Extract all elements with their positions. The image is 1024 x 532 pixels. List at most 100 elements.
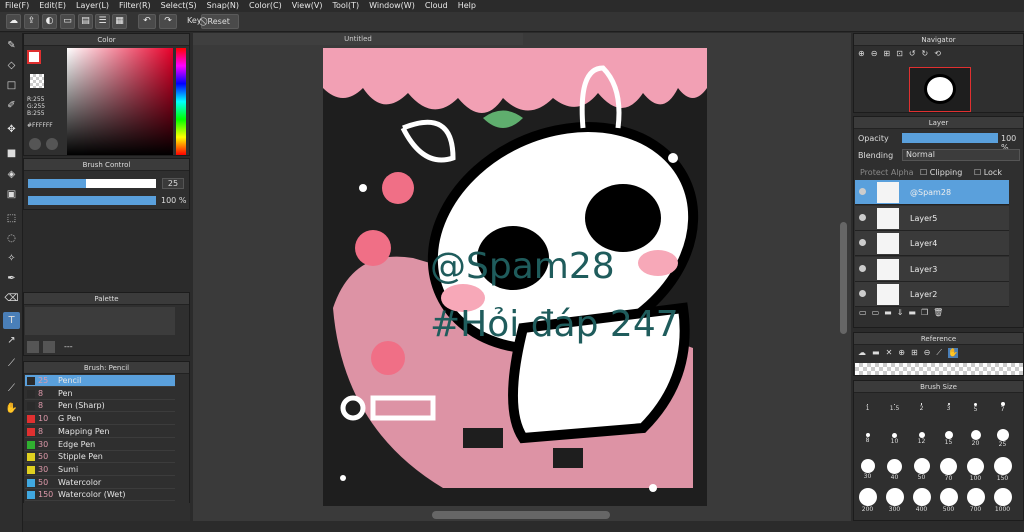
brush-list-item[interactable]: 10 G Pen	[25, 413, 175, 426]
menu-item[interactable]: File(F)	[0, 0, 34, 12]
color-saturation-field[interactable]	[67, 48, 173, 155]
brush-size-option[interactable]: 15	[936, 426, 961, 446]
brush-size-option[interactable]: 25	[990, 426, 1015, 448]
magic-wand-tool-icon[interactable]: ✧	[3, 250, 20, 267]
grid-icon[interactable]: ▦	[112, 14, 127, 29]
rotate-left-icon[interactable]: ↺	[909, 49, 916, 61]
lock-checkbox[interactable]: ☐ Lock	[974, 168, 1002, 177]
palette-grid[interactable]	[25, 307, 175, 335]
foreground-color-swatch[interactable]	[27, 50, 41, 64]
fill-tool-icon[interactable]: ◈	[3, 166, 20, 183]
menu-item[interactable]: Filter(R)	[114, 0, 156, 12]
brush-size-value[interactable]: 25	[162, 178, 184, 189]
blending-select[interactable]: Normal	[902, 149, 1020, 161]
rect-select-tool-icon[interactable]: □	[3, 77, 20, 94]
reset-button[interactable]: ⃠ Reset	[201, 14, 239, 29]
comment-icon[interactable]: ◐	[42, 14, 57, 29]
brush-tool-icon[interactable]: ✎	[3, 37, 20, 54]
redo-icon[interactable]: ↷	[159, 14, 177, 29]
layer-row[interactable]: @Spam28	[855, 180, 1009, 205]
delete-palette-icon[interactable]	[43, 341, 55, 353]
cloud-download-icon[interactable]: ☁	[858, 348, 866, 358]
new-layer-2-icon[interactable]: ▭	[872, 308, 880, 324]
brush-size-option[interactable]: 40	[882, 457, 907, 481]
eye-icon[interactable]	[859, 239, 866, 247]
brush-size-option[interactable]: 8	[855, 426, 880, 445]
ref-zoom-in-icon[interactable]: ⊕	[898, 348, 905, 358]
menu-item[interactable]: Edit(E)	[34, 0, 71, 12]
brush-list-item[interactable]: 8 Pen	[25, 388, 175, 400]
eye-icon[interactable]	[859, 290, 866, 298]
select-eraser-tool-icon[interactable]: ⌫	[3, 290, 20, 307]
color-mode-icon[interactable]	[46, 138, 58, 150]
brush-opacity-slider[interactable]	[28, 196, 156, 205]
menu-item[interactable]: Select(S)	[156, 0, 202, 12]
zoom-out-icon[interactable]: ⊖	[871, 49, 878, 61]
brush-size-option[interactable]: 400	[909, 488, 934, 513]
brush-list-item[interactable]: 8 Mapping Pen	[25, 426, 175, 438]
new-layer-icon[interactable]: ▭	[859, 308, 867, 324]
ref-eyedropper-icon[interactable]: ⟋	[936, 348, 942, 358]
ref-fit-icon[interactable]: ⊞	[911, 348, 918, 358]
folder-icon[interactable]: ▬	[908, 308, 916, 324]
layer-row[interactable]: Layer3	[855, 256, 1009, 282]
ref-hand-icon[interactable]: ✋	[947, 348, 958, 358]
eye-icon[interactable]	[859, 213, 866, 221]
text-tool-icon[interactable]: T	[3, 312, 20, 329]
layer-folder-icon[interactable]: ▬	[884, 308, 892, 324]
clipping-checkbox[interactable]: ☐ Clipping	[920, 168, 962, 177]
hand-tool-icon[interactable]: ✋	[3, 400, 20, 417]
fit-icon[interactable]: ⊞	[883, 49, 890, 61]
eyedropper2-tool-icon[interactable]: ⟋	[3, 380, 20, 397]
brush-size-option[interactable]: 20	[963, 426, 988, 447]
cloud-icon[interactable]: ☁	[6, 14, 21, 29]
reference-preview[interactable]	[855, 363, 1023, 375]
eraser-tool-icon[interactable]: ◇	[3, 57, 20, 74]
ref-zoom-out-icon[interactable]: ⊖	[924, 348, 931, 358]
brush-size-option[interactable]: 1.5	[882, 395, 907, 414]
brush-size-option[interactable]: 150	[990, 457, 1015, 482]
palette-wheel-icon[interactable]	[29, 138, 41, 150]
brush-list-item[interactable]: 50 Stipple Pen	[25, 451, 175, 464]
gradient-tool-icon[interactable]: ▣	[3, 186, 20, 203]
brush-size-option[interactable]: 2	[909, 395, 934, 414]
brush-size-option[interactable]: 50	[909, 457, 934, 481]
rect-shape-tool-icon[interactable]: ■	[3, 145, 20, 162]
reset-view-icon[interactable]: ⟲	[934, 49, 941, 61]
close-reference-icon[interactable]: ✕	[886, 348, 893, 358]
lasso-tool-icon[interactable]: ◌	[3, 230, 20, 247]
menu-item[interactable]: Color(C)	[244, 0, 287, 12]
brush-size-option[interactable]: 5	[963, 395, 988, 414]
eye-icon[interactable]	[859, 188, 866, 195]
operation-tool-icon[interactable]: ↗	[3, 332, 20, 349]
horizontal-scrollbar[interactable]	[432, 511, 610, 519]
move-tool-icon[interactable]: ✥	[3, 121, 20, 138]
select-tool-icon[interactable]: ⬚	[3, 210, 20, 227]
brush-list-item[interactable]: 30 Edge Pen	[25, 439, 175, 451]
brush-size-option[interactable]: 1000	[990, 488, 1015, 513]
brush-list-item[interactable]: 8 Pen (Sharp)	[25, 400, 175, 413]
list-icon[interactable]: ☰	[95, 14, 110, 29]
rotate-right-icon[interactable]: ↻	[922, 49, 929, 61]
brush-size-option[interactable]: 1	[855, 395, 880, 414]
actual-size-icon[interactable]: ⊡	[896, 49, 903, 61]
select-pen-tool-icon[interactable]: ✒	[3, 270, 20, 287]
export-icon[interactable]: ⇪	[24, 14, 39, 29]
undo-icon[interactable]: ↶	[138, 14, 156, 29]
layer-row[interactable]: Layer5	[855, 205, 1009, 231]
menu-item[interactable]: Help	[453, 0, 481, 12]
brush-size-option[interactable]: 30	[855, 457, 880, 480]
brush-size-option[interactable]: 7	[990, 395, 1015, 414]
duplicate-icon[interactable]: ❐	[921, 308, 928, 324]
layer-row[interactable]: Layer4	[855, 231, 1009, 257]
transparent-color-swatch[interactable]	[30, 74, 44, 88]
brush-size-option[interactable]: 3	[936, 395, 961, 414]
vertical-scrollbar[interactable]	[840, 222, 847, 334]
brush-list-item[interactable]: 30 Sumi	[25, 464, 175, 476]
menu-item[interactable]: View(V)	[287, 0, 328, 12]
new-palette-icon[interactable]	[27, 341, 39, 353]
artwork-canvas[interactable]: @Spam28 #Hỏi đáp 247	[323, 48, 707, 506]
zoom-in-icon[interactable]: ⊕	[858, 49, 865, 61]
brush-size-option[interactable]: 200	[855, 488, 880, 513]
brush-size-option[interactable]: 10	[882, 426, 907, 445]
